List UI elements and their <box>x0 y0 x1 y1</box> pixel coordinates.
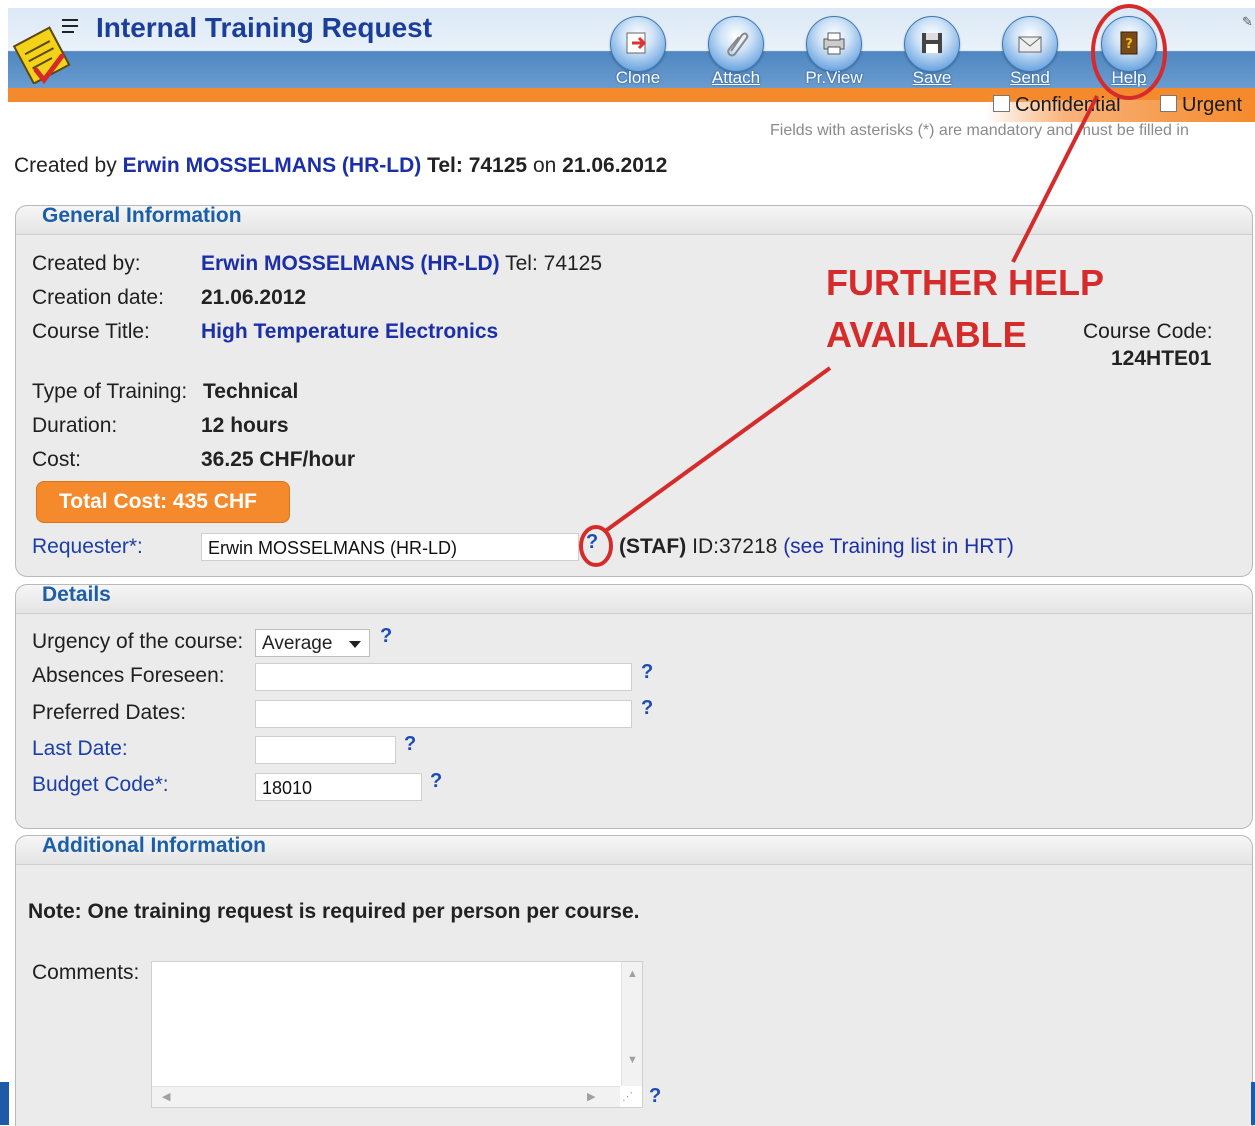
budget-code-help-icon[interactable]: ? <box>430 770 442 793</box>
preferred-dates-label: Preferred Dates: <box>32 701 187 724</box>
floppy-disk-icon <box>904 16 960 72</box>
send-label: Send <box>1010 68 1050 87</box>
creation-date-label: Creation date: <box>32 286 164 309</box>
training-request-logo-icon <box>10 12 80 85</box>
clone-icon <box>610 16 666 72</box>
created-by-label: Created by: <box>32 252 141 275</box>
attach-label: Attach <box>711 68 761 87</box>
confidential-checkbox-box[interactable] <box>993 95 1010 112</box>
urgent-label: Urgent <box>1182 94 1243 116</box>
paperclip-icon <box>708 16 764 72</box>
comments-label: Comments: <box>32 961 140 984</box>
course-code-label: Course Code: <box>1083 320 1213 343</box>
save-button[interactable]: Save <box>887 16 977 90</box>
attach-button[interactable]: Attach <box>691 16 781 90</box>
urgency-help-icon[interactable]: ? <box>380 625 392 648</box>
created-by-prefix: Created by <box>14 154 117 177</box>
preferred-dates-input[interactable] <box>255 700 632 728</box>
urgency-selected-value: Average <box>262 633 333 654</box>
confidential-checkbox[interactable]: Confidential <box>993 94 1121 117</box>
print-preview-button[interactable]: Pr.View <box>789 16 879 90</box>
scroll-right-arrow-icon[interactable]: ▶ <box>587 1090 595 1103</box>
requester-label: Requester*: <box>32 535 143 558</box>
last-date-help-icon[interactable]: ? <box>404 733 416 756</box>
created-date: 21.06.2012 <box>562 154 668 177</box>
comments-textarea[interactable]: ▲ ▼ ◀ ▶ ⋰ <box>151 961 643 1108</box>
left-edge-strip <box>0 1082 9 1125</box>
course-title-label: Course Title: <box>32 320 150 343</box>
mandatory-fields-note: Fields with asterisks (*) are mandatory … <box>770 122 1189 139</box>
further-help-annotation-line1: FURTHER HELP <box>826 262 1104 303</box>
urgency-label: Urgency of the course: <box>32 630 244 653</box>
urgent-checkbox-box[interactable] <box>1160 95 1177 112</box>
course-title-link[interactable]: High Temperature Electronics <box>201 320 498 344</box>
comments-horizontal-scrollbar[interactable]: ◀ ▶ <box>152 1086 620 1107</box>
page-title: Internal Training Request <box>96 12 433 43</box>
comments-vertical-scrollbar[interactable]: ▲ ▼ <box>621 962 642 1086</box>
training-list-link[interactable]: (see Training list in HRT) <box>783 535 1014 558</box>
total-cost-badge: Total Cost: 435 CHF <box>36 481 290 523</box>
requester-input[interactable]: Erwin MOSSELMANS (HR-LD) <box>201 533 579 561</box>
created-by-line: Created by Erwin MOSSELMANS (HR-LD) Tel:… <box>14 154 667 178</box>
print-preview-label: Pr.View <box>805 68 863 87</box>
svg-text:?: ? <box>1125 37 1133 52</box>
one-request-note: Note: One training request is required p… <box>28 900 640 923</box>
urgent-checkbox[interactable]: Urgent <box>1160 94 1242 117</box>
help-button[interactable]: ? Help <box>1084 16 1174 90</box>
scroll-down-arrow-icon[interactable]: ▼ <box>627 1054 638 1066</box>
creator-name-link[interactable]: Erwin MOSSELMANS (HR-LD) <box>123 154 422 177</box>
absences-label: Absences Foreseen: <box>32 664 225 687</box>
pin-icon[interactable]: ✎ <box>1242 14 1253 30</box>
absences-help-icon[interactable]: ? <box>641 661 653 684</box>
help-label: Help <box>1111 68 1147 87</box>
additional-information-title: Additional Information <box>42 834 266 857</box>
staf-label: (STAF) <box>619 535 687 558</box>
last-date-label: Last Date: <box>32 737 128 760</box>
send-button[interactable]: Send <box>985 16 1075 90</box>
comments-help-icon[interactable]: ? <box>649 1085 661 1108</box>
creator-tel: Tel: 74125 <box>427 154 528 177</box>
staf-id: ID:37218 <box>692 535 778 558</box>
duration-value: 12 hours <box>201 414 289 437</box>
additional-information-panel: Additional Information Note: One trainin… <box>15 834 1253 1126</box>
urgency-select[interactable]: Average <box>255 629 370 657</box>
print-preview-icon <box>806 16 862 72</box>
envelope-icon <box>1002 16 1058 72</box>
course-code-value: 124HTE01 <box>1111 347 1212 370</box>
resize-grip-icon[interactable]: ⋰ <box>622 1090 633 1103</box>
help-book-icon: ? <box>1101 16 1157 72</box>
general-information-panel: General Information Created by: Erwin MO… <box>15 204 1253 577</box>
right-edge-strip <box>1251 1082 1255 1125</box>
general-information-title: General Information <box>42 204 242 227</box>
scroll-up-arrow-icon[interactable]: ▲ <box>627 968 638 980</box>
type-of-training-value: Technical <box>203 380 299 403</box>
created-by-value: Erwin MOSSELMANS (HR-LD) Tel: 74125 <box>201 252 602 276</box>
creation-date-value: 21.06.2012 <box>201 286 307 309</box>
save-label: Save <box>912 68 952 87</box>
type-of-training-label: Type of Training: <box>32 380 188 403</box>
further-help-annotation-line2: AVAILABLE <box>826 314 1027 355</box>
details-header <box>16 585 1252 614</box>
budget-code-label: Budget Code*: <box>32 773 169 796</box>
last-date-input[interactable] <box>255 736 396 764</box>
chevron-down-icon <box>349 641 361 648</box>
budget-code-input[interactable]: 18010 <box>255 773 422 801</box>
created-by-tel: Tel: 74125 <box>505 252 603 275</box>
clone-label: Clone <box>615 68 661 87</box>
absences-input[interactable] <box>255 663 632 691</box>
cost-value: 36.25 CHF/hour <box>201 448 356 471</box>
preferred-dates-help-icon[interactable]: ? <box>641 697 653 720</box>
created-on-word: on <box>532 154 557 177</box>
details-panel: Details Urgency of the course: Average ?… <box>15 583 1253 829</box>
scroll-left-arrow-icon[interactable]: ◀ <box>162 1090 170 1103</box>
confidential-label: Confidential <box>1015 94 1121 116</box>
requester-info: (STAF) ID:37218 (see Training list in HR… <box>619 535 1014 559</box>
details-title: Details <box>42 583 111 606</box>
created-by-name-link[interactable]: Erwin MOSSELMANS (HR-LD) <box>201 252 500 275</box>
duration-label: Duration: <box>32 414 118 437</box>
requester-help-icon[interactable]: ? <box>586 531 598 554</box>
cost-label: Cost: <box>32 448 82 471</box>
clone-button[interactable]: Clone <box>593 16 683 90</box>
